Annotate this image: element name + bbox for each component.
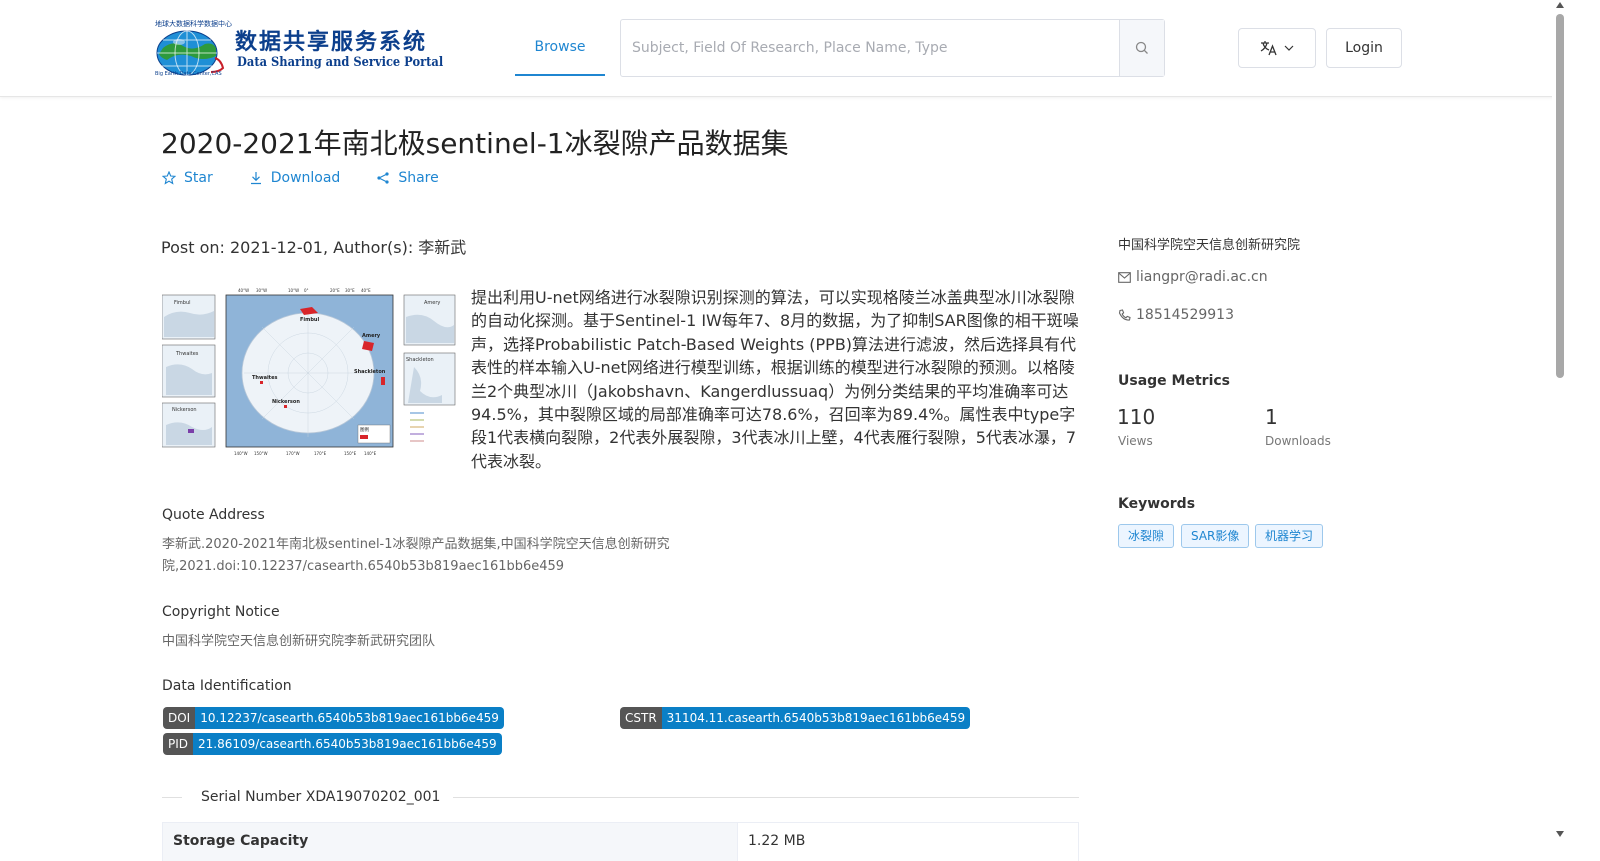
thumb-place-shackleton: Shackleton	[354, 369, 386, 375]
cstr-value: 31104.11.casearth.6540b53b819aec161bb6e4…	[661, 707, 971, 729]
email-text: liangpr@radi.ac.cn	[1136, 269, 1268, 285]
keyword-tag[interactable]: SAR影像	[1181, 524, 1250, 548]
phone-icon	[1118, 308, 1131, 321]
thumb-tick-bottom-4: 150°E	[344, 451, 357, 456]
serial-divider: Serial Number XDA19070202_001	[162, 788, 1079, 808]
thumb-tick-top-5: 30°E	[345, 288, 355, 293]
storage-value: 1.22 MB	[748, 833, 806, 849]
views-count: 110	[1117, 405, 1156, 429]
dataset-thumbnail-image[interactable]: Fimbul Thwaites Nickerson Fimbul Amery S…	[162, 287, 458, 459]
window-edge	[1568, 0, 1600, 861]
thumb-place-thwaites: Thwaites	[252, 375, 277, 381]
thumb-place-shackleton-small: Shackleton	[406, 357, 434, 363]
share-label: Share	[398, 170, 439, 186]
views-label: Views	[1118, 434, 1153, 448]
keywords-title: Keywords	[1118, 496, 1196, 512]
scrollbar-thumb[interactable]	[1556, 14, 1564, 378]
thumb-tick-bottom-2: 170°W	[286, 451, 300, 456]
thumb-tick-top-2: 10°W	[288, 288, 299, 293]
sidebar-email[interactable]: liangpr@radi.ac.cn	[1118, 269, 1268, 285]
top-header: 地球大数据科学数据中心 数据共享服务系统 Data Sharing and Se…	[0, 0, 1600, 97]
thumb-place-nickerson: Nickerson	[272, 399, 300, 405]
download-label: Download	[270, 170, 341, 186]
doi-key: DOI	[163, 707, 196, 729]
divider-line-right	[453, 797, 1079, 798]
star-button[interactable]: Star	[162, 168, 213, 188]
downloads-label: Downloads	[1265, 434, 1331, 448]
login-button[interactable]: Login	[1326, 28, 1402, 68]
thumb-tick-top-4: 20°E	[330, 288, 340, 293]
thumb-legend-label: 图例	[360, 426, 369, 433]
storage-table: Storage Capacity 1.22 MB	[162, 822, 1079, 861]
post-info: Post on: 2021-12-01, Author(s): 李新武	[161, 238, 467, 257]
logo-arc-text: 地球大数据科学数据中心	[155, 20, 232, 28]
sidebar-organization: 中国科学院空天信息创新研究院	[1118, 238, 1301, 253]
thumb-tick-bottom-1: 150°W	[254, 451, 268, 456]
thumb-place-amery-small: Amery	[424, 300, 440, 306]
share-icon	[377, 172, 389, 184]
nav-browse[interactable]: Browse	[515, 20, 605, 76]
thumb-place-nickerson-small: Nickerson	[172, 407, 197, 413]
quote-label: Quote Address	[162, 507, 265, 523]
data-identification-label: Data Identification	[162, 678, 292, 694]
thumb-tick-top-0: 40°W	[238, 288, 249, 293]
doi-value: 10.12237/casearth.6540b53b819aec161bb6e4…	[195, 707, 504, 729]
copyright-label: Copyright Notice	[162, 604, 280, 620]
translate-icon	[1260, 41, 1277, 56]
cstr-badge[interactable]: CSTR 31104.11.casearth.6540b53b819aec161…	[620, 707, 971, 729]
logo-title-en: Data Sharing and Service Portal	[237, 55, 444, 70]
thumb-tick-top-1: 30°W	[256, 288, 267, 293]
globe-logo-icon	[156, 30, 225, 76]
star-label: Star	[184, 170, 213, 186]
scroll-down-arrow-icon[interactable]	[1556, 831, 1564, 837]
doi-badge[interactable]: DOI 10.12237/casearth.6540b53b819aec161b…	[163, 707, 504, 729]
thumb-tick-bottom-5: 140°E	[364, 451, 377, 456]
pid-key: PID	[163, 733, 194, 755]
chevron-down-icon	[1284, 45, 1294, 51]
search-button[interactable]	[1119, 20, 1164, 76]
thumb-tick-top-3: 0°	[304, 288, 309, 293]
downloads-count: 1	[1265, 405, 1278, 429]
search-icon	[1135, 41, 1148, 54]
cstr-key: CSTR	[620, 707, 662, 729]
thumb-tick-bottom-3: 170°E	[314, 451, 327, 456]
dataset-description: 提出利用U-net网络进行冰裂隙识别探测的算法，可以实现格陵兰冰盖典型冰川冰裂隙…	[471, 288, 1079, 471]
thumb-place-fimbul-small: Fimbul	[174, 300, 191, 306]
search-box	[620, 19, 1165, 77]
keyword-tag[interactable]: 机器学习	[1255, 524, 1324, 548]
thumb-tick-bottom-0: 140°W	[234, 451, 248, 456]
usage-metrics-title: Usage Metrics	[1118, 373, 1230, 389]
download-button[interactable]: Download	[249, 168, 341, 188]
dataset-title: 2020-2021年南北极sentinel-1冰裂隙产品数据集	[161, 127, 789, 160]
share-button[interactable]: Share	[376, 168, 439, 188]
storage-key: Storage Capacity	[163, 823, 738, 861]
pid-value: 21.86109/casearth.6540b53b819aec161bb6e4…	[193, 733, 502, 755]
thumb-place-amery: Amery	[362, 333, 381, 339]
scroll-up-arrow-icon[interactable]	[1556, 2, 1564, 8]
logo-sub-text: Big Earth Data Center,CAS	[155, 71, 222, 77]
divider-line-left	[162, 797, 182, 798]
phone-text: 18514529913	[1136, 307, 1234, 323]
logo-title-cn: 数据共享服务系统	[235, 30, 428, 55]
keyword-tag[interactable]: 冰裂隙	[1118, 524, 1175, 548]
mail-icon	[1118, 271, 1131, 283]
dataset-actions: Star Download Share	[162, 168, 475, 188]
thumb-tick-top-6: 40°E	[361, 288, 371, 293]
site-logo[interactable]: 地球大数据科学数据中心 数据共享服务系统 Data Sharing and Se…	[153, 20, 443, 78]
quote-text: 李新武.2020-2021年南北极sentinel-1冰裂隙产品数据集,中国科学…	[162, 537, 670, 574]
download-icon	[250, 172, 261, 185]
copyright-text: 中国科学院空天信息创新研究院李新武研究团队	[162, 634, 436, 649]
language-selector[interactable]	[1238, 28, 1316, 68]
star-icon	[162, 171, 176, 185]
vertical-scrollbar[interactable]	[1552, 0, 1568, 861]
thumb-place-fimbul: Fimbul	[300, 317, 319, 323]
serial-number: Serial Number XDA19070202_001	[201, 789, 441, 805]
search-input[interactable]	[621, 20, 1120, 76]
sidebar-phone: 18514529913	[1118, 307, 1234, 323]
thumb-place-thwaites-small: Thwaites	[175, 351, 199, 357]
pid-badge[interactable]: PID 21.86109/casearth.6540b53b819aec161b…	[163, 733, 502, 755]
